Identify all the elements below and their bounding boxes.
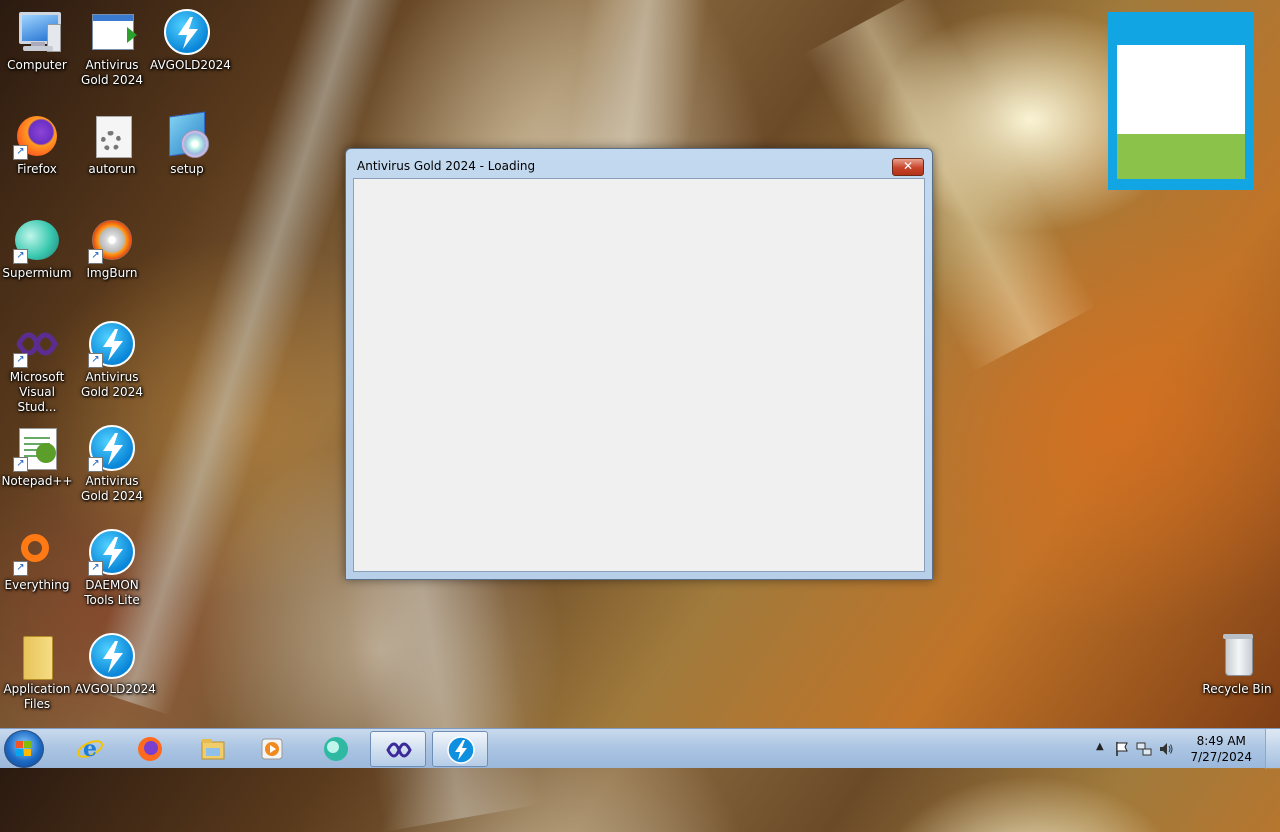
desktop-icon-label: autorun [88,162,136,176]
desktop-icon-avgold2024[interactable]: AVGOLD2024 [75,632,156,697]
imgburn-disc-icon: ↗ [88,216,136,264]
desktop-icon-label: Firefox [17,162,57,176]
clock[interactable]: 8:49 AM 7/27/2024 [1190,733,1252,765]
volume-icon[interactable] [1158,741,1174,757]
everything-search-icon: ↗ [13,528,61,576]
close-button[interactable]: ✕ [892,158,924,176]
windows-logo-icon [16,741,32,757]
taskbar-visual-studio[interactable] [370,731,426,767]
system-tray: ▲ 8:49 AM 7/27/2024 [1090,729,1280,769]
desktop-icon-daemon-tools-lite[interactable]: ↗ DAEMON Tools Lite [75,528,149,608]
visual-studio-icon: ↗ [13,320,61,368]
daemon-bolt-icon: ↗ [88,424,136,472]
notepad-plus-plus-icon: ↗ [13,424,61,472]
computer-icon [13,8,61,56]
window-client-area [353,178,925,572]
desktop-icon-label: Antivirus Gold 2024 [81,58,143,87]
widget-green-area [1117,134,1245,179]
desktop-icon-application-files[interactable]: Application Files [0,632,74,712]
clock-date: 7/27/2024 [1190,750,1252,764]
desktop-icon-autorun[interactable]: autorun [75,112,149,177]
folder-icon [13,632,61,680]
desktop-icon-label: ImgBurn [86,266,138,280]
daemon-tools-icon [447,736,475,764]
start-button[interactable] [4,730,44,768]
desktop-icon-label: DAEMON Tools Lite [84,578,140,607]
network-icon[interactable] [1136,741,1152,757]
desktop-icon-label: AVGOLD2024 [75,682,156,696]
application-icon [88,8,137,56]
firefox-icon: ↗ [13,112,61,160]
desktop-icon-antivirus-gold-2024[interactable]: ↗ Antivirus Gold 2024 [75,424,149,504]
daemon-bolt-icon: ↗ [88,528,136,576]
desktop-icon-antivirus-gold-2024[interactable]: ↗ Antivirus Gold 2024 [75,320,149,400]
daemon-bolt-icon [88,632,136,680]
desktop-icon-avgold2024[interactable]: AVGOLD2024 [150,8,231,73]
taskbar-daemon-tools[interactable] [432,731,488,767]
desktop-icon-supermium[interactable]: ↗ Supermium [0,216,74,281]
show-desktop-button[interactable] [1265,729,1280,769]
action-center-flag-icon[interactable] [1114,741,1130,757]
desktop-icon-label: Recycle Bin [1202,682,1272,696]
daemon-bolt-icon [163,8,211,56]
svg-text:e: e [83,736,97,762]
blank-widget-panel [1108,12,1254,190]
taskbar-media-player[interactable] [244,731,300,767]
taskbar: e ▲ 8:49 AM 7/27/2024 [0,728,1280,769]
desktop-icon-label: Everything [4,578,70,592]
desktop-icon-everything[interactable]: ↗ Everything [0,528,74,593]
widget-white-area [1117,45,1245,134]
window-titlebar[interactable]: Antivirus Gold 2024 - Loading ✕ [346,149,932,179]
firefox-icon [138,737,162,761]
desktop-icon-computer[interactable]: Computer [0,8,74,73]
setup-installer-icon [163,111,211,160]
daemon-bolt-icon: ↗ [88,320,136,368]
media-player-icon [261,738,283,760]
desktop-icon-firefox[interactable]: ↗ Firefox [0,112,74,177]
desktop-icon-visual-studio[interactable]: ↗ Microsoft Visual Stud... [0,320,74,415]
desktop-icon-notepad-plus-plus[interactable]: ↗ Notepad++ [0,424,74,489]
window-title: Antivirus Gold 2024 - Loading [357,159,536,173]
clock-time: 8:49 AM [1196,734,1246,748]
desktop-icon-label: Supermium [2,266,72,280]
wallpaper-streak [338,548,542,832]
desktop-icon-imgburn[interactable]: ↗ ImgBurn [75,216,149,281]
internet-explorer-icon: e [76,736,104,762]
desktop-icon-label: Antivirus Gold 2024 [81,474,143,503]
taskbar-supermium[interactable] [308,731,364,767]
show-hidden-icons-button[interactable]: ▲ [1096,741,1104,752]
desktop-icon-label: Notepad++ [1,474,73,488]
desktop-icon-recycle-bin[interactable]: Recycle Bin [1200,632,1274,697]
taskbar-internet-explorer[interactable]: e [62,731,118,767]
visual-studio-icon [386,742,412,758]
loading-window: Antivirus Gold 2024 - Loading ✕ [345,148,933,580]
recycle-bin-icon [1213,632,1261,680]
taskbar-firefox[interactable] [122,731,178,767]
desktop-icon-setup[interactable]: setup [150,111,224,177]
desktop-icon-label: Application Files [3,682,71,711]
taskbar-file-explorer[interactable] [185,731,241,767]
supermium-icon [324,737,348,761]
desktop-icon-label: Antivirus Gold 2024 [81,370,143,399]
desktop-icon-label: setup [170,162,204,176]
file-explorer-icon [201,739,225,760]
desktop-icon-label: Microsoft Visual Stud... [9,370,65,414]
desktop-icon-antivirus-gold-2024[interactable]: Antivirus Gold 2024 [75,8,149,88]
settings-file-icon [88,112,136,160]
desktop-icon-label: Computer [7,58,67,72]
supermium-icon: ↗ [13,216,61,264]
desktop-icon-label: AVGOLD2024 [150,58,231,72]
